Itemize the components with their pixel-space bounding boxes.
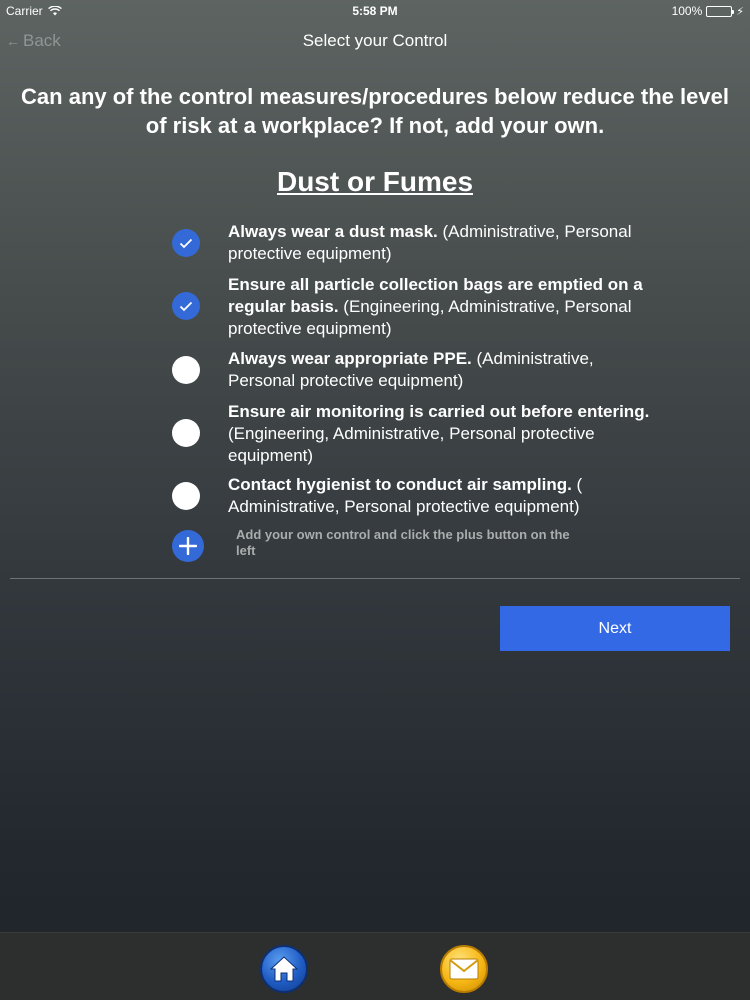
control-option-title: Contact hygienist to conduct air samplin… — [228, 475, 572, 494]
status-right: 100% ⚡ — [672, 4, 744, 18]
checked-radio-icon[interactable] — [172, 292, 200, 320]
add-control-input[interactable]: Add your own control and click the plus … — [236, 527, 586, 559]
home-icon — [269, 956, 299, 982]
category-title: Dust or Fumes — [276, 166, 474, 197]
plus-icon — [179, 537, 197, 555]
divider — [10, 578, 740, 579]
control-option-title: Always wear a dust mask. — [228, 222, 438, 241]
navigation-bar: ← Back Select your Control — [0, 22, 750, 62]
battery-icon — [706, 5, 735, 17]
status-time: 5:58 PM — [352, 4, 398, 18]
mail-button[interactable] — [440, 945, 488, 993]
add-control-button[interactable] — [172, 530, 204, 562]
control-option-text: Always wear a dust mask. (Administrative… — [228, 221, 658, 265]
checked-radio-icon[interactable] — [172, 229, 200, 257]
control-option-title: Ensure air monitoring is carried out bef… — [228, 402, 650, 421]
battery-percent: 100% — [671, 4, 703, 18]
question-text: Can any of the control measures/procedur… — [21, 84, 729, 138]
nav-title: Select your Control — [302, 31, 448, 50]
control-option-text: Always wear appropriate PPE. (Administra… — [228, 348, 658, 392]
add-control-row: Add your own control and click the plus … — [170, 527, 650, 567]
home-button[interactable] — [260, 945, 308, 993]
status-bar: Carrier 5:58 PM 100% ⚡ — [0, 0, 750, 22]
control-option-categories: (Engineering, Administrative, Personal p… — [228, 424, 595, 465]
charging-icon: ⚡ — [736, 5, 744, 18]
bottom-tab-bar — [0, 932, 750, 1000]
control-option-text: Contact hygienist to conduct air samplin… — [228, 474, 658, 518]
unchecked-radio-icon[interactable] — [172, 419, 200, 447]
next-button[interactable]: Next — [500, 606, 730, 651]
unchecked-radio-icon[interactable] — [172, 356, 200, 384]
mail-icon — [449, 958, 479, 980]
unchecked-radio-icon[interactable] — [172, 482, 200, 510]
control-option-title: Always wear appropriate PPE. — [228, 349, 472, 368]
control-option-text: Ensure all particle collection bags are … — [228, 274, 658, 340]
control-option-text: Ensure air monitoring is carried out bef… — [228, 401, 658, 467]
